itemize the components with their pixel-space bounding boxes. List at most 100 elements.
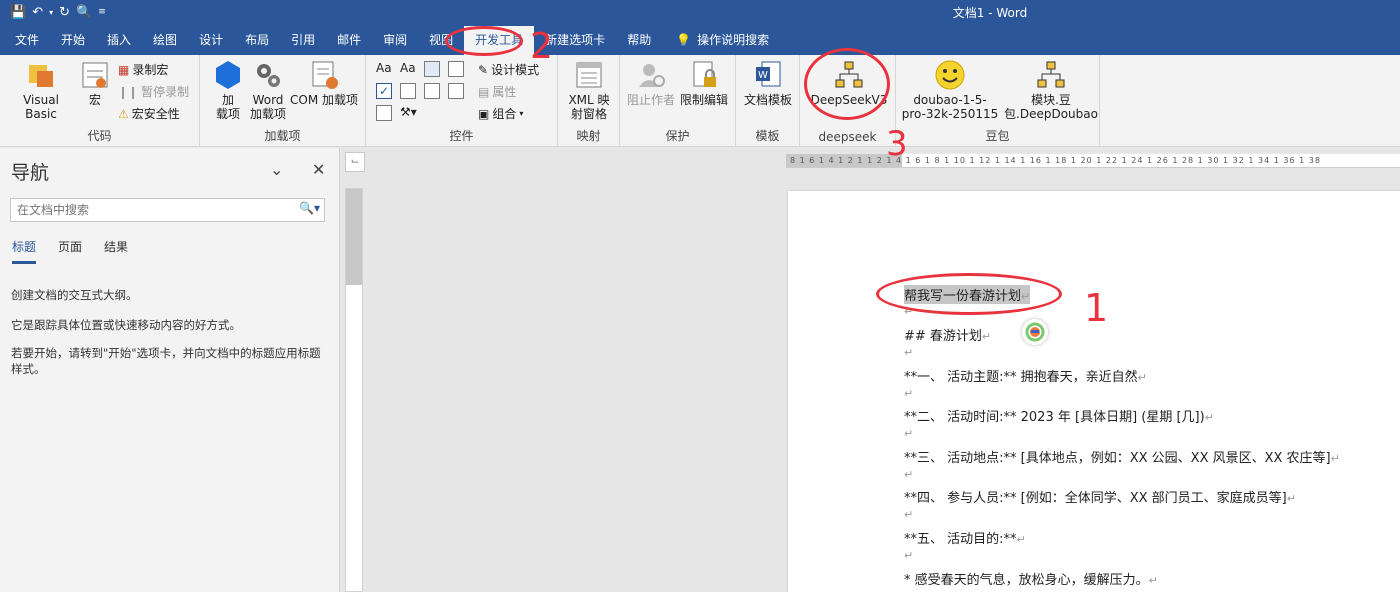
repeating-section-icon[interactable]: [376, 105, 392, 121]
tab-file[interactable]: 文件: [4, 26, 50, 55]
block-authors-button[interactable]: 阻止作者: [626, 59, 676, 107]
warning-icon: ⚠: [118, 106, 129, 121]
word-document-icon: W: [756, 61, 781, 87]
chevron-down-icon[interactable]: ⌄: [270, 160, 283, 179]
vertical-ruler[interactable]: [345, 188, 363, 592]
addins-button[interactable]: 加 载项: [210, 59, 246, 121]
visual-basic-button[interactable]: Visual Basic: [6, 59, 76, 121]
lightbulb-icon: 💡: [676, 33, 692, 47]
macro-security-button[interactable]: ⚠ 宏安全性: [118, 105, 180, 122]
copilot-logo-icon: [1025, 322, 1045, 342]
group-addins: 加 载项 Word 加载项 COM 加载项 加载项: [200, 55, 366, 147]
close-icon[interactable]: ✕: [312, 160, 325, 179]
doc-line[interactable]: **一、 活动主题:** 拥抱春天，亲近自然↵: [904, 366, 1147, 385]
design-mode-icon: ✎: [478, 62, 489, 77]
search-icon[interactable]: 🔍▾: [299, 201, 320, 215]
window-title: 文档1 - Word: [952, 6, 1028, 20]
tab-references[interactable]: 引用: [280, 26, 326, 55]
paragraph-mark: ↵: [904, 468, 914, 481]
group-mapping: XML 映 射窗格 映射: [558, 55, 620, 147]
group-protect: 阻止作者 限制编辑 保护: [620, 55, 736, 147]
annotation-number-1: 1: [1084, 286, 1109, 330]
lock-document-icon: [693, 61, 716, 87]
tab-layout[interactable]: 布局: [234, 26, 280, 55]
doc-heading[interactable]: ## 春游计划↵: [904, 325, 991, 344]
nav-tab-headings[interactable]: 标题: [12, 238, 37, 264]
doc-line[interactable]: **五、 活动目的:**↵: [904, 528, 1026, 547]
group-label-protect: 保护: [665, 129, 690, 143]
paragraph-mark: ↵: [904, 427, 914, 440]
paragraph-mark: ↵: [904, 387, 914, 400]
group-label-controls: 控件: [449, 129, 474, 143]
doc-line[interactable]: **三、 活动地点:** [具体地点，例如：XX 公园、XX 风景区、XX 农庄…: [904, 447, 1340, 466]
document-area: ⌙ 8 1 6 1 4 1 2 1 1 2 1 4 1 6 1 8 1 10 1…: [341, 148, 1400, 592]
tell-me-search[interactable]: 💡 操作说明搜索: [676, 26, 769, 55]
group-templates: W 文档模板 模板: [736, 55, 800, 147]
nav-search-box[interactable]: 🔍▾: [10, 198, 325, 222]
annotation-number-2: 2: [530, 26, 553, 67]
doubao-model-button[interactable]: doubao-1-5- pro-32k-250115: [900, 59, 1000, 121]
tab-selector[interactable]: ⌙: [345, 152, 365, 172]
building-block-control-icon[interactable]: [448, 61, 464, 77]
date-control-icon[interactable]: [448, 83, 464, 99]
tab-help[interactable]: 帮助: [616, 26, 662, 55]
group-label-mapping: 映射: [576, 129, 601, 143]
nav-tab-results[interactable]: 结果: [104, 238, 128, 264]
group-code: Visual Basic 宏 ▦ 录制宏 ❙❙ 暂停录制 ⚠ 宏安全性 代码: [0, 55, 200, 147]
nav-tabs: 标题 页面 结果: [12, 238, 128, 264]
doc-line[interactable]: **二、 活动时间:** 2023 年 [具体日期] (星期 [几])↵: [904, 406, 1214, 425]
pause-recording-button[interactable]: ❙❙ 暂停录制: [118, 83, 189, 100]
record-macro-button[interactable]: ▦ 录制宏: [118, 61, 168, 78]
tab-design[interactable]: 设计: [188, 26, 234, 55]
properties-button[interactable]: ▤ 属性: [478, 83, 516, 100]
nav-help-line: 若要开始，请转到"开始"选项卡，并向文档中的标题应用标题样式。: [11, 346, 321, 376]
nav-search-input[interactable]: [11, 199, 281, 221]
tab-review[interactable]: 审阅: [372, 26, 418, 55]
cube-icon: [216, 61, 240, 89]
tab-insert[interactable]: 插入: [96, 26, 142, 55]
annotation-number-3: 3: [886, 124, 908, 164]
tab-mailings[interactable]: 邮件: [326, 26, 372, 55]
tab-draw[interactable]: 绘图: [142, 26, 188, 55]
annotation-oval-developer-tab: [445, 26, 523, 56]
com-addins-icon: [312, 61, 338, 89]
xml-mapping-icon: [576, 62, 602, 88]
group-label-deepseek: deepseek: [818, 130, 877, 144]
doc-line[interactable]: **四、 参与人员:** [例如：全体同学、XX 部门员工、家庭成员等]↵: [904, 487, 1296, 506]
checkbox-control-icon[interactable]: ✓: [376, 83, 392, 99]
rich-text-control[interactable]: Aa: [376, 61, 392, 75]
properties-icon: ▤: [478, 84, 490, 99]
navigation-pane: 导航 ⌄ ✕ 🔍▾ 标题 页面 结果 创建文档的交互式大纲。 它是跟踪具体位置或…: [0, 148, 340, 592]
nav-help-line: 它是跟踪具体位置或快速移动内容的好方式。: [11, 318, 241, 332]
nav-tab-pages[interactable]: 页面: [58, 238, 82, 264]
picture-control-icon[interactable]: [424, 61, 440, 77]
annotation-oval-deepseek: [804, 48, 890, 120]
copilot-icon[interactable]: [1022, 319, 1048, 345]
plain-text-control[interactable]: Aa: [400, 61, 416, 75]
chevron-down-icon: ▾: [519, 109, 524, 118]
group-label-doubao: 豆包: [985, 129, 1010, 143]
deep-doubao-button[interactable]: 模块.豆 包.DeepDoubao: [1004, 59, 1098, 121]
word-addins-button[interactable]: Word 加载项: [248, 59, 288, 121]
document-template-button[interactable]: W 文档模板: [742, 59, 794, 107]
macros-button[interactable]: 宏: [78, 59, 112, 107]
ribbon: Visual Basic 宏 ▦ 录制宏 ❙❙ 暂停录制 ⚠ 宏安全性 代码 加 载项…: [0, 55, 1400, 147]
pause-icon: ❙❙: [118, 84, 139, 99]
horizontal-ruler[interactable]: 8 1 6 1 4 1 2 1 1 2 1 4 1 6 1 8 1 10 1 1…: [786, 154, 1400, 168]
group-label-code: 代码: [87, 129, 112, 143]
tab-home[interactable]: 开始: [50, 26, 96, 55]
document-page[interactable]: 帮我写一份春游计划↵ ↵ ## 春游计划↵ ↵ **一、 活动主题:** 拥抱春…: [788, 191, 1400, 592]
paragraph-mark: ↵: [904, 549, 914, 562]
group-label-templates: 模板: [755, 129, 780, 143]
doc-line[interactable]: * 感受春天的气息，放松身心，缓解压力。↵: [904, 569, 1158, 588]
tell-me-label: 操作说明搜索: [697, 33, 770, 47]
group-doubao: doubao-1-5- pro-32k-250115 模块.豆 包.DeepDo…: [896, 55, 1100, 147]
restrict-editing-button[interactable]: 限制编辑: [678, 59, 730, 107]
combobox-control-icon[interactable]: [400, 83, 416, 99]
xml-mapping-pane-button[interactable]: XML 映 射窗格: [564, 59, 614, 121]
dropdown-control-icon[interactable]: [424, 83, 440, 99]
paragraph-mark: ↵: [904, 346, 914, 359]
group-button[interactable]: ▣ 组合 ▾: [478, 105, 523, 122]
com-addins-button[interactable]: COM 加载项: [288, 59, 360, 107]
legacy-tools-icon[interactable]: ⚒▾: [400, 105, 417, 119]
